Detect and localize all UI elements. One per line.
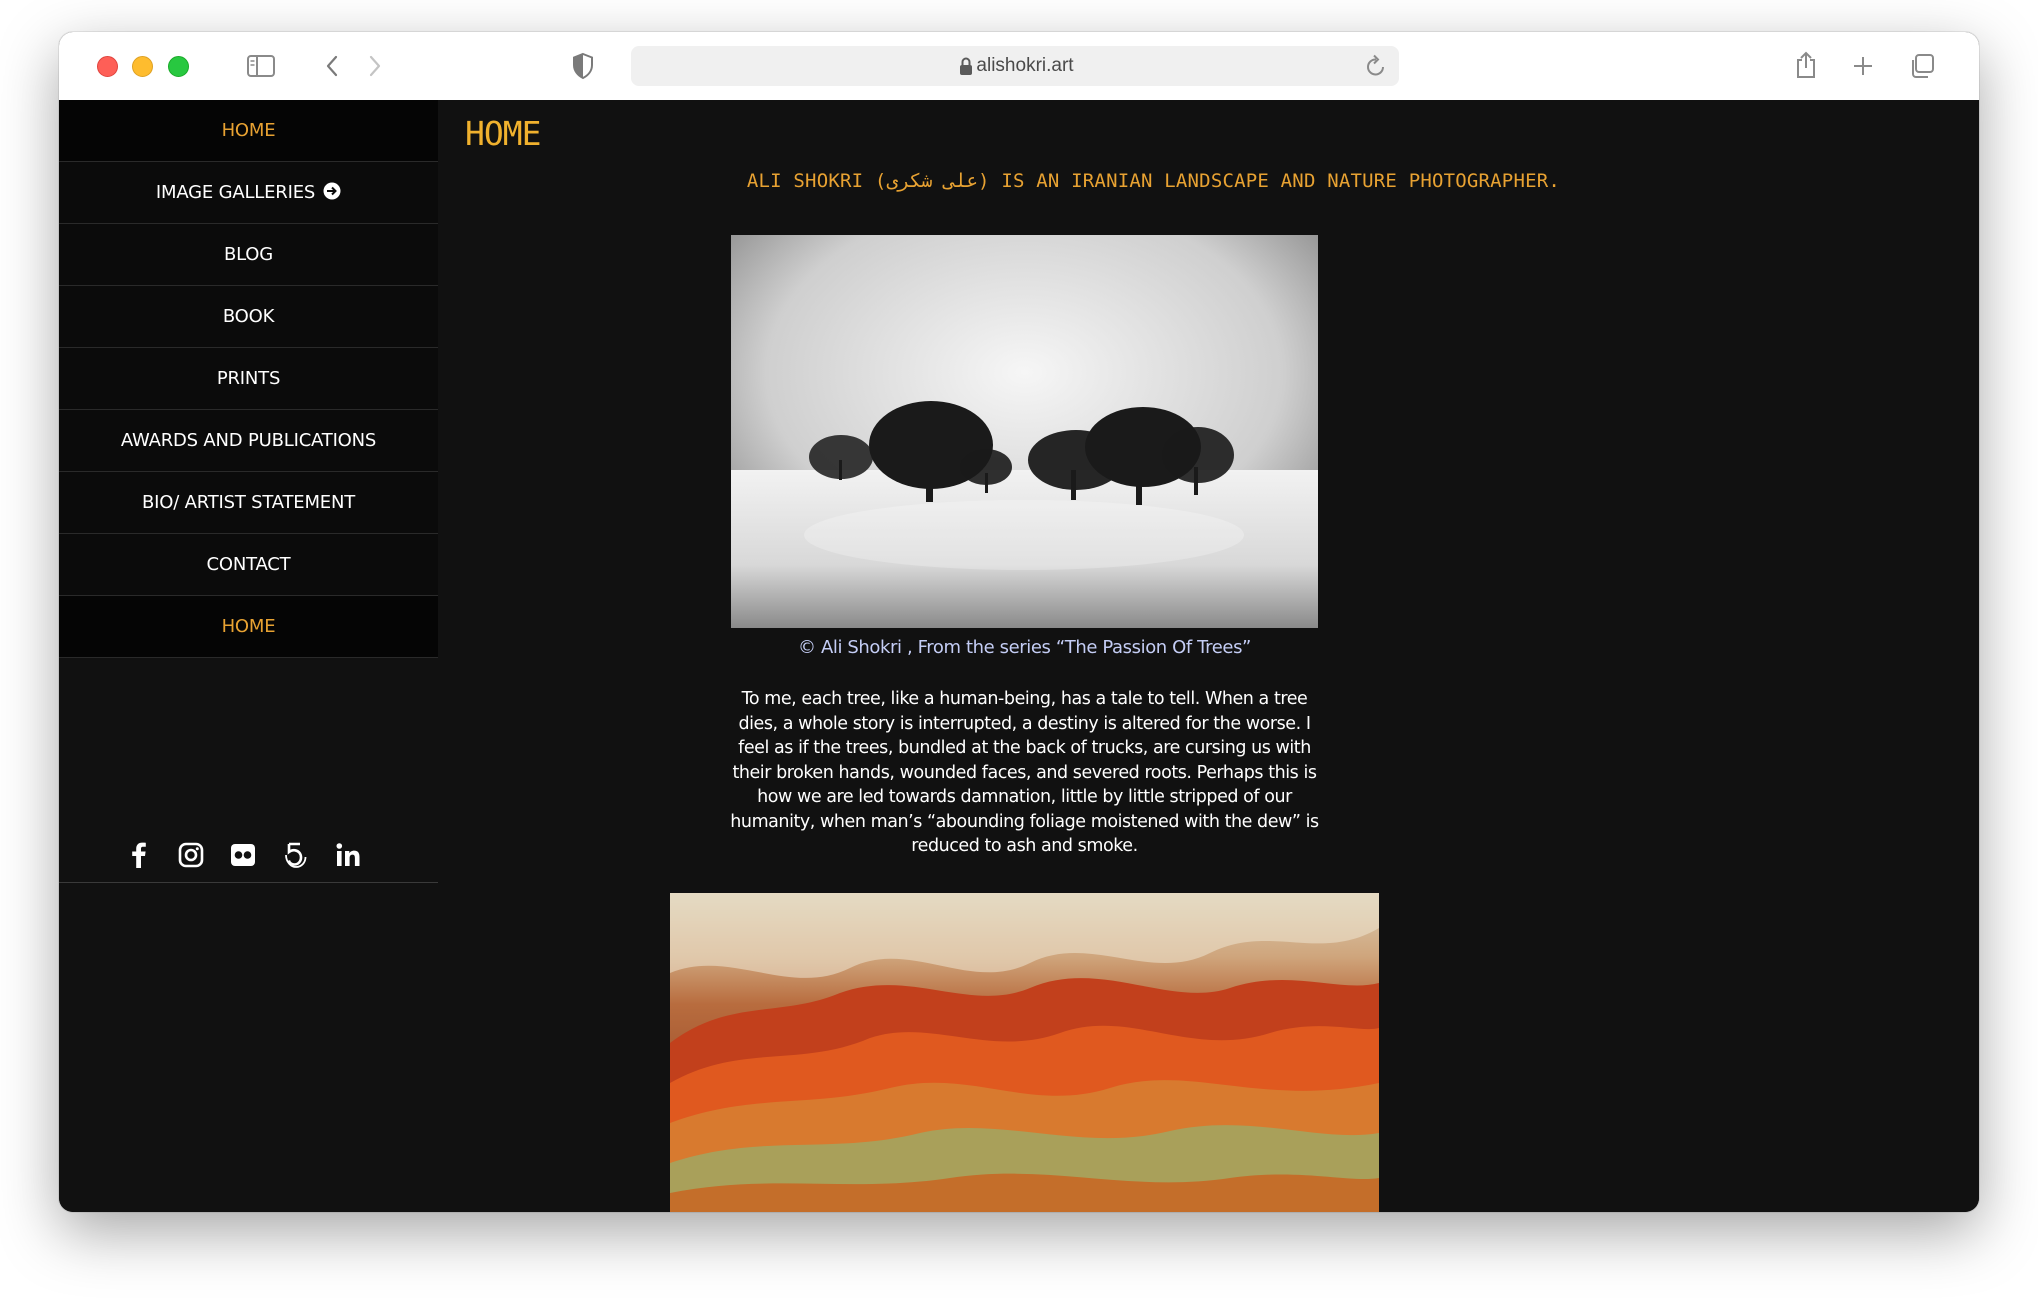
page-title: HOME [465, 114, 541, 153]
browser-toolbar: alishokri.art [59, 32, 1979, 101]
back-icon[interactable] [324, 54, 340, 78]
nav-item-awards-and-publications[interactable]: AWARDS AND PUBLICATIONS [59, 410, 438, 472]
nav-item-book[interactable]: BOOK [59, 286, 438, 348]
facebook-icon[interactable] [124, 840, 154, 870]
arrow-right-circle-icon [323, 182, 341, 200]
close-window-button[interactable] [97, 56, 118, 77]
500px-icon[interactable] [280, 840, 310, 870]
nav-item-label: PRINTS [216, 368, 281, 389]
minimize-window-button[interactable] [132, 56, 153, 77]
nav-item-label: AWARDS AND PUBLICATIONS [120, 430, 377, 451]
forward-icon[interactable] [367, 54, 383, 78]
social-links [59, 830, 438, 883]
nav-item-label: BIO/ ARTIST STATEMENT [141, 492, 356, 513]
url-text: alishokri.art [976, 55, 1074, 76]
nav-item-image-galleries[interactable]: IMAGE GALLERIES [59, 162, 438, 224]
address-bar[interactable]: alishokri.art [631, 46, 1399, 86]
tagline: ALI SHOKRI (علی شکری) IS AN IRANIAN LAND… [746, 170, 1560, 192]
site-navigation: HOME IMAGE GALLERIES BLOG BOOK PRINTS AW… [59, 100, 438, 658]
nav-item-home-secondary[interactable]: HOME [59, 596, 438, 658]
nav-item-prints[interactable]: PRINTS [59, 348, 438, 410]
tree-photo[interactable] [731, 235, 1318, 628]
shield-icon[interactable] [571, 52, 595, 80]
nav-item-label: BLOG [223, 244, 274, 265]
artist-statement-text: To me, each tree, like a human-being, ha… [730, 689, 1319, 856]
nav-item-label: HOME [221, 120, 276, 141]
nav-item-label: HOME [221, 616, 276, 637]
photo-caption: © Ali Shokri , From the series “The Pass… [798, 637, 1251, 658]
nav-item-label: CONTACT [206, 554, 291, 575]
sidebar-toggle-icon[interactable] [246, 54, 276, 78]
linkedin-icon[interactable] [333, 840, 363, 870]
main-content: HOME ALI SHOKRI (علی شکری) IS AN IRANIAN… [438, 100, 1979, 1212]
nav-item-home[interactable]: HOME [59, 100, 438, 162]
nav-item-contact[interactable]: CONTACT [59, 534, 438, 596]
flickr-icon[interactable] [228, 840, 258, 870]
reload-icon[interactable] [1365, 54, 1387, 78]
new-tab-icon[interactable] [1851, 54, 1875, 78]
tabs-overview-icon[interactable] [1908, 52, 1936, 80]
nav-item-blog[interactable]: BLOG [59, 224, 438, 286]
browser-window: alishokri.art HOME IMAGE GALLERIES BLOG … [59, 32, 1979, 1212]
site-sidebar: HOME IMAGE GALLERIES BLOG BOOK PRINTS AW… [59, 100, 438, 1212]
zoom-window-button[interactable] [168, 56, 189, 77]
nav-item-label: BOOK [222, 306, 275, 327]
nav-item-label: IMAGE GALLERIES [155, 182, 316, 203]
nav-item-bio-artist-statement[interactable]: BIO/ ARTIST STATEMENT [59, 472, 438, 534]
colorful-mountains-photo[interactable] [670, 893, 1379, 1212]
share-icon[interactable] [1794, 50, 1818, 80]
instagram-icon[interactable] [176, 840, 206, 870]
